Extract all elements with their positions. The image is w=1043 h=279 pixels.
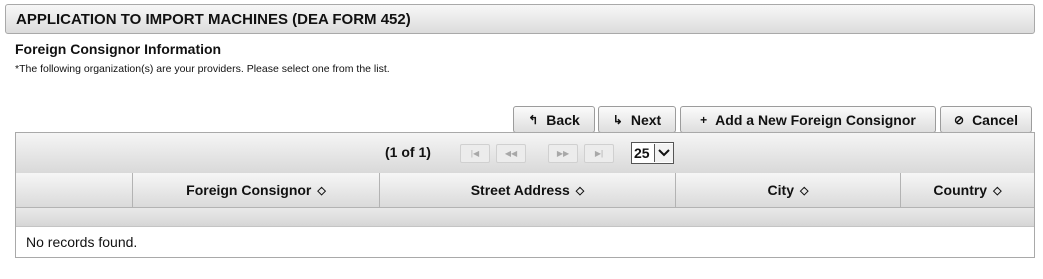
- add-button-label: Add a New Foreign Consignor: [715, 111, 916, 128]
- add-foreign-consignor-button[interactable]: + Add a New Foreign Consignor: [680, 106, 936, 133]
- page-title-bar: APPLICATION TO IMPORT MACHINES (DEA FORM…: [5, 4, 1035, 34]
- column-header-label: Foreign Consignor: [186, 182, 312, 198]
- cancel-circle-icon: ⊘: [954, 112, 965, 127]
- column-header-street-address[interactable]: Street Address ◇: [380, 173, 676, 207]
- plus-icon: +: [700, 112, 708, 127]
- column-header-country[interactable]: Country ◇: [901, 173, 1034, 207]
- back-button[interactable]: ↰ Back: [513, 106, 595, 133]
- sort-icon: ◇: [575, 184, 585, 197]
- table-header-row: Foreign Consignor ◇ Street Address ◇ Cit…: [16, 173, 1034, 208]
- sort-icon: ◇: [317, 184, 326, 197]
- next-arrow-icon: ↳: [612, 112, 623, 127]
- first-page-button[interactable]: |◀: [460, 144, 490, 163]
- column-header-select: [16, 173, 133, 207]
- page-summary: (1 of 1): [385, 144, 431, 160]
- cancel-button[interactable]: ⊘ Cancel: [940, 106, 1032, 133]
- page-title: APPLICATION TO IMPORT MACHINES (DEA FORM…: [16, 10, 411, 28]
- sort-icon: ◇: [993, 184, 1002, 197]
- rows-per-page-select[interactable]: 25: [631, 142, 674, 164]
- column-header-label: Country: [933, 182, 988, 198]
- chevron-down-icon: [654, 144, 673, 162]
- column-header-foreign-consignor[interactable]: Foreign Consignor ◇: [133, 173, 380, 207]
- back-button-label: Back: [546, 111, 580, 128]
- column-header-label: Street Address: [470, 182, 570, 198]
- consignor-table: (1 of 1) |◀ ◀◀ ▶▶ ▶| 25 Foreign Consigno…: [15, 132, 1035, 258]
- action-toolbar: ↰ Back ↳ Next + Add a New Foreign Consig…: [0, 106, 1043, 134]
- instruction-text: *The following organization(s) are your …: [15, 63, 390, 75]
- next-button[interactable]: ↳ Next: [598, 106, 676, 133]
- paginator: (1 of 1) |◀ ◀◀ ▶▶ ▶| 25: [16, 133, 1034, 174]
- previous-page-button[interactable]: ◀◀: [496, 144, 526, 163]
- next-button-label: Next: [630, 111, 662, 128]
- empty-message: No records found.: [26, 234, 138, 250]
- section-title: Foreign Consignor Information: [15, 41, 222, 57]
- sort-icon: ◇: [799, 184, 809, 197]
- filter-band: [16, 208, 1034, 227]
- back-arrow-icon: ↰: [528, 112, 539, 127]
- column-header-city[interactable]: City ◇: [676, 173, 901, 207]
- rows-per-page-value: 25: [634, 145, 650, 161]
- next-page-button[interactable]: ▶▶: [548, 144, 578, 163]
- last-page-button[interactable]: ▶|: [584, 144, 614, 163]
- column-header-label: City: [767, 182, 794, 198]
- cancel-button-label: Cancel: [972, 111, 1018, 128]
